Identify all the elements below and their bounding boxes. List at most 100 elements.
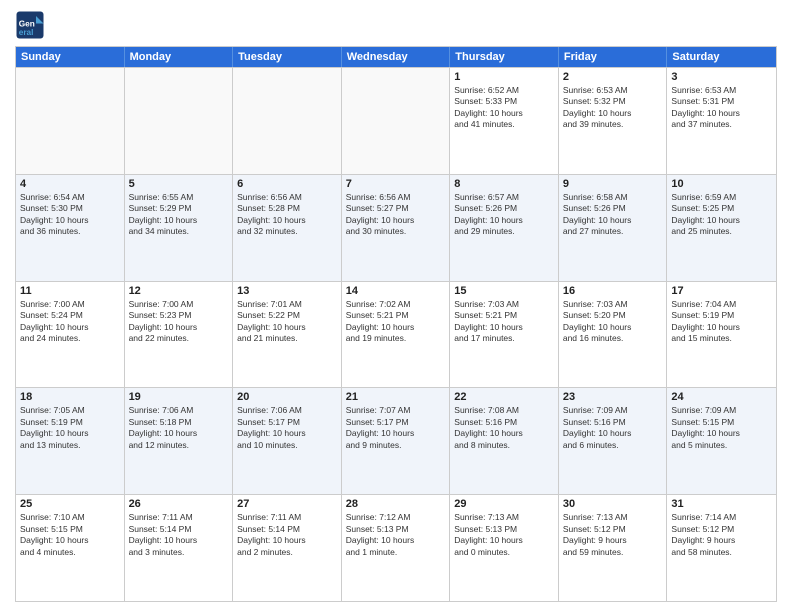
cell-text-line: and 9 minutes.	[346, 440, 446, 451]
cell-text-line: Daylight: 10 hours	[454, 215, 554, 226]
day-number: 11	[20, 285, 120, 297]
cell-text-line: Daylight: 10 hours	[563, 215, 663, 226]
cell-text-line: Sunrise: 6:55 AM	[129, 192, 229, 203]
cal-cell-r4-c5: 30Sunrise: 7:13 AMSunset: 5:12 PMDayligh…	[559, 495, 668, 601]
cal-cell-r2-c2: 13Sunrise: 7:01 AMSunset: 5:22 PMDayligh…	[233, 282, 342, 388]
cell-text-line: and 15 minutes.	[671, 333, 772, 344]
col-header-thursday: Thursday	[450, 47, 559, 67]
cell-text-line: Daylight: 10 hours	[454, 108, 554, 119]
cal-cell-r3-c3: 21Sunrise: 7:07 AMSunset: 5:17 PMDayligh…	[342, 388, 451, 494]
cell-text-line: and 37 minutes.	[671, 119, 772, 130]
logo: Gen eral	[15, 10, 49, 40]
cell-text-line: Sunset: 5:22 PM	[237, 310, 337, 321]
cal-cell-r4-c4: 29Sunrise: 7:13 AMSunset: 5:13 PMDayligh…	[450, 495, 559, 601]
cell-text-line: Sunrise: 6:57 AM	[454, 192, 554, 203]
cell-text-line: Sunset: 5:13 PM	[346, 524, 446, 535]
cell-text-line: Daylight: 10 hours	[563, 322, 663, 333]
cell-text-line: Sunrise: 6:56 AM	[237, 192, 337, 203]
cell-text-line: Sunset: 5:15 PM	[20, 524, 120, 535]
cell-text-line: Sunrise: 7:06 AM	[129, 405, 229, 416]
day-number: 10	[671, 178, 772, 190]
cell-text-line: Daylight: 10 hours	[237, 535, 337, 546]
cell-text-line: Sunset: 5:21 PM	[454, 310, 554, 321]
cell-text-line: and 10 minutes.	[237, 440, 337, 451]
cell-text-line: Sunset: 5:27 PM	[346, 203, 446, 214]
cal-cell-r2-c0: 11Sunrise: 7:00 AMSunset: 5:24 PMDayligh…	[16, 282, 125, 388]
cell-text-line: Sunset: 5:17 PM	[346, 417, 446, 428]
cell-text-line: Sunrise: 7:14 AM	[671, 512, 772, 523]
cell-text-line: Sunset: 5:30 PM	[20, 203, 120, 214]
cell-text-line: Sunrise: 7:04 AM	[671, 299, 772, 310]
cell-text-line: Daylight: 10 hours	[129, 215, 229, 226]
cell-text-line: Daylight: 10 hours	[346, 322, 446, 333]
cell-text-line: Sunset: 5:25 PM	[671, 203, 772, 214]
day-number: 25	[20, 498, 120, 510]
cell-text-line: Sunrise: 7:02 AM	[346, 299, 446, 310]
cal-cell-r0-c2	[233, 68, 342, 174]
calendar-row-4: 25Sunrise: 7:10 AMSunset: 5:15 PMDayligh…	[16, 494, 776, 601]
cal-cell-r2-c4: 15Sunrise: 7:03 AMSunset: 5:21 PMDayligh…	[450, 282, 559, 388]
cell-text-line: and 12 minutes.	[129, 440, 229, 451]
cal-cell-r2-c1: 12Sunrise: 7:00 AMSunset: 5:23 PMDayligh…	[125, 282, 234, 388]
day-number: 31	[671, 498, 772, 510]
cell-text-line: and 4 minutes.	[20, 547, 120, 558]
day-number: 16	[563, 285, 663, 297]
col-header-saturday: Saturday	[667, 47, 776, 67]
cal-cell-r0-c6: 3Sunrise: 6:53 AMSunset: 5:31 PMDaylight…	[667, 68, 776, 174]
cell-text-line: and 17 minutes.	[454, 333, 554, 344]
col-header-monday: Monday	[125, 47, 234, 67]
cell-text-line: and 3 minutes.	[129, 547, 229, 558]
cell-text-line: Daylight: 10 hours	[20, 215, 120, 226]
cell-text-line: Sunrise: 7:07 AM	[346, 405, 446, 416]
day-number: 28	[346, 498, 446, 510]
cell-text-line: Daylight: 10 hours	[671, 215, 772, 226]
cell-text-line: Sunset: 5:26 PM	[563, 203, 663, 214]
day-number: 26	[129, 498, 229, 510]
cell-text-line: and 59 minutes.	[563, 547, 663, 558]
day-number: 3	[671, 71, 772, 83]
cell-text-line: Sunrise: 7:13 AM	[563, 512, 663, 523]
cell-text-line: and 39 minutes.	[563, 119, 663, 130]
cell-text-line: Sunset: 5:14 PM	[237, 524, 337, 535]
cell-text-line: and 24 minutes.	[20, 333, 120, 344]
cal-cell-r1-c5: 9Sunrise: 6:58 AMSunset: 5:26 PMDaylight…	[559, 175, 668, 281]
cal-cell-r1-c2: 6Sunrise: 6:56 AMSunset: 5:28 PMDaylight…	[233, 175, 342, 281]
day-number: 19	[129, 391, 229, 403]
cell-text-line: Daylight: 10 hours	[346, 215, 446, 226]
cell-text-line: Sunrise: 6:53 AM	[563, 85, 663, 96]
cell-text-line: Daylight: 10 hours	[237, 428, 337, 439]
cell-text-line: Sunrise: 6:56 AM	[346, 192, 446, 203]
cell-text-line: Sunset: 5:31 PM	[671, 96, 772, 107]
calendar: SundayMondayTuesdayWednesdayThursdayFrid…	[15, 46, 777, 602]
cal-cell-r3-c4: 22Sunrise: 7:08 AMSunset: 5:16 PMDayligh…	[450, 388, 559, 494]
cell-text-line: Sunset: 5:29 PM	[129, 203, 229, 214]
day-number: 22	[454, 391, 554, 403]
cell-text-line: and 36 minutes.	[20, 226, 120, 237]
day-number: 13	[237, 285, 337, 297]
cell-text-line: and 0 minutes.	[454, 547, 554, 558]
day-number: 7	[346, 178, 446, 190]
cell-text-line: Sunset: 5:17 PM	[237, 417, 337, 428]
cell-text-line: Daylight: 10 hours	[346, 535, 446, 546]
cell-text-line: Sunset: 5:20 PM	[563, 310, 663, 321]
cell-text-line: and 1 minute.	[346, 547, 446, 558]
cell-text-line: Sunrise: 6:52 AM	[454, 85, 554, 96]
cell-text-line: Sunrise: 7:12 AM	[346, 512, 446, 523]
cell-text-line: Sunset: 5:19 PM	[20, 417, 120, 428]
cell-text-line: Sunrise: 7:09 AM	[671, 405, 772, 416]
cell-text-line: and 58 minutes.	[671, 547, 772, 558]
cell-text-line: Sunset: 5:33 PM	[454, 96, 554, 107]
day-number: 30	[563, 498, 663, 510]
cell-text-line: Daylight: 10 hours	[20, 428, 120, 439]
cell-text-line: Daylight: 10 hours	[454, 535, 554, 546]
cell-text-line: Sunrise: 7:13 AM	[454, 512, 554, 523]
day-number: 14	[346, 285, 446, 297]
cell-text-line: and 34 minutes.	[129, 226, 229, 237]
day-number: 17	[671, 285, 772, 297]
day-number: 27	[237, 498, 337, 510]
cal-cell-r1-c3: 7 Sunrise: 6:56 AMSunset: 5:27 PMDaylight…	[342, 175, 451, 281]
cell-text-line: Sunset: 5:15 PM	[671, 417, 772, 428]
cell-text-line: Sunset: 5:19 PM	[671, 310, 772, 321]
day-number: 24	[671, 391, 772, 403]
cell-text-line: Daylight: 10 hours	[563, 108, 663, 119]
